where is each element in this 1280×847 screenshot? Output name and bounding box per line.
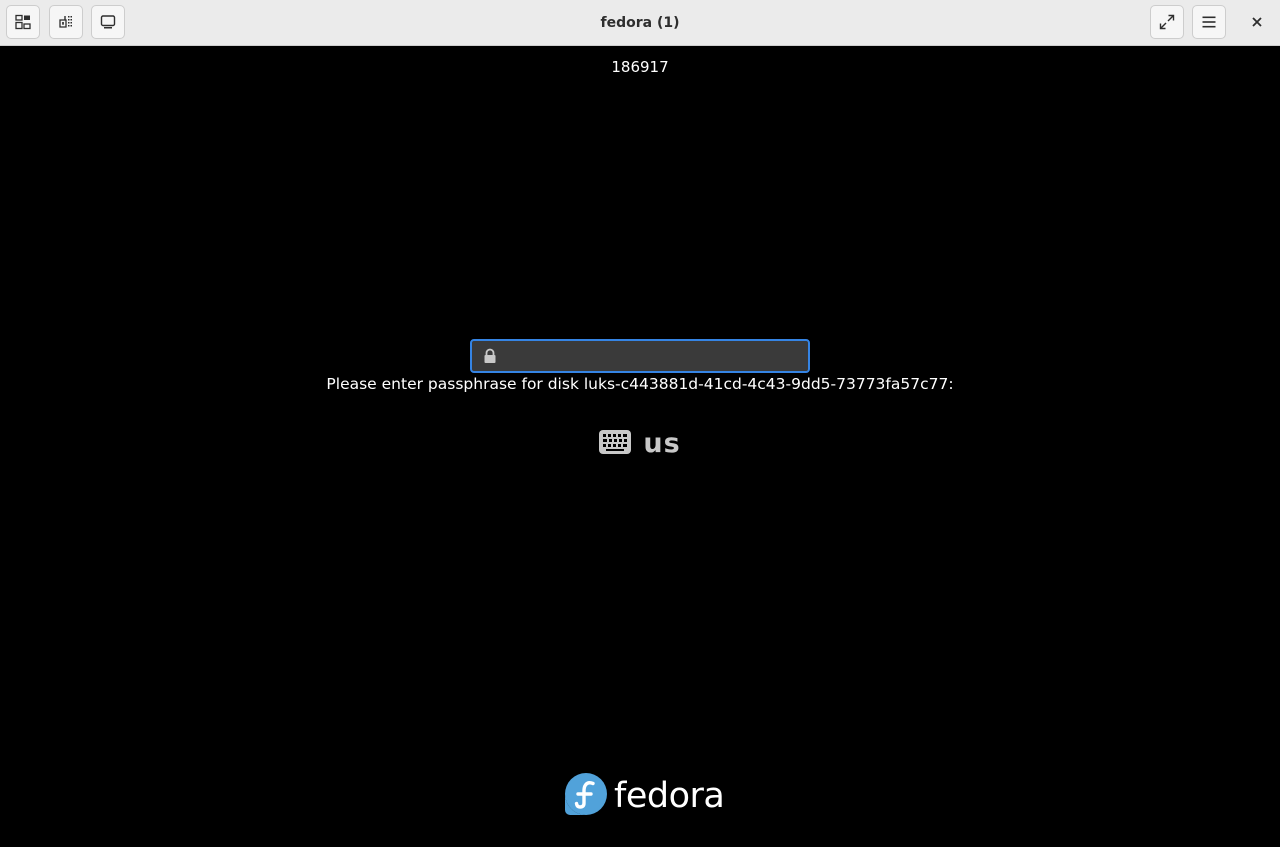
remote-desktop-button[interactable] — [6, 5, 40, 39]
display-button[interactable] — [91, 5, 125, 39]
passphrase-field[interactable] — [470, 339, 810, 373]
fullscreen-button[interactable] — [1150, 5, 1184, 39]
close-button[interactable] — [1242, 7, 1272, 37]
close-icon — [1251, 13, 1263, 32]
boot-counter: 186917 — [611, 58, 669, 76]
remote-desktop-icon — [15, 14, 31, 30]
lock-icon — [482, 348, 498, 368]
passphrase-prompt: Please enter passphrase for disk luks-c4… — [326, 375, 954, 393]
keyboard-layout-label: us — [643, 428, 681, 459]
hamburger-menu-icon — [1201, 14, 1217, 30]
fedora-wordmark: fedora — [614, 776, 725, 816]
main-menu-button[interactable] — [1192, 5, 1226, 39]
keyboard-layout-indicator: us — [0, 428, 1280, 459]
fedora-logo: fedora — [564, 772, 725, 820]
vm-window: fedora (1) 186917 Please enter passphras… — [0, 0, 1280, 847]
window-title: fedora (1) — [600, 15, 680, 31]
keyboard-shortcuts-icon — [58, 14, 74, 30]
headerbar: fedora (1) — [0, 0, 1280, 46]
keyboard-icon — [599, 429, 632, 458]
send-keys-button[interactable] — [49, 5, 83, 39]
passphrase-input[interactable] — [506, 341, 802, 371]
fullscreen-icon — [1159, 14, 1175, 30]
display-icon — [100, 14, 116, 30]
fedora-logo-icon — [564, 772, 608, 820]
